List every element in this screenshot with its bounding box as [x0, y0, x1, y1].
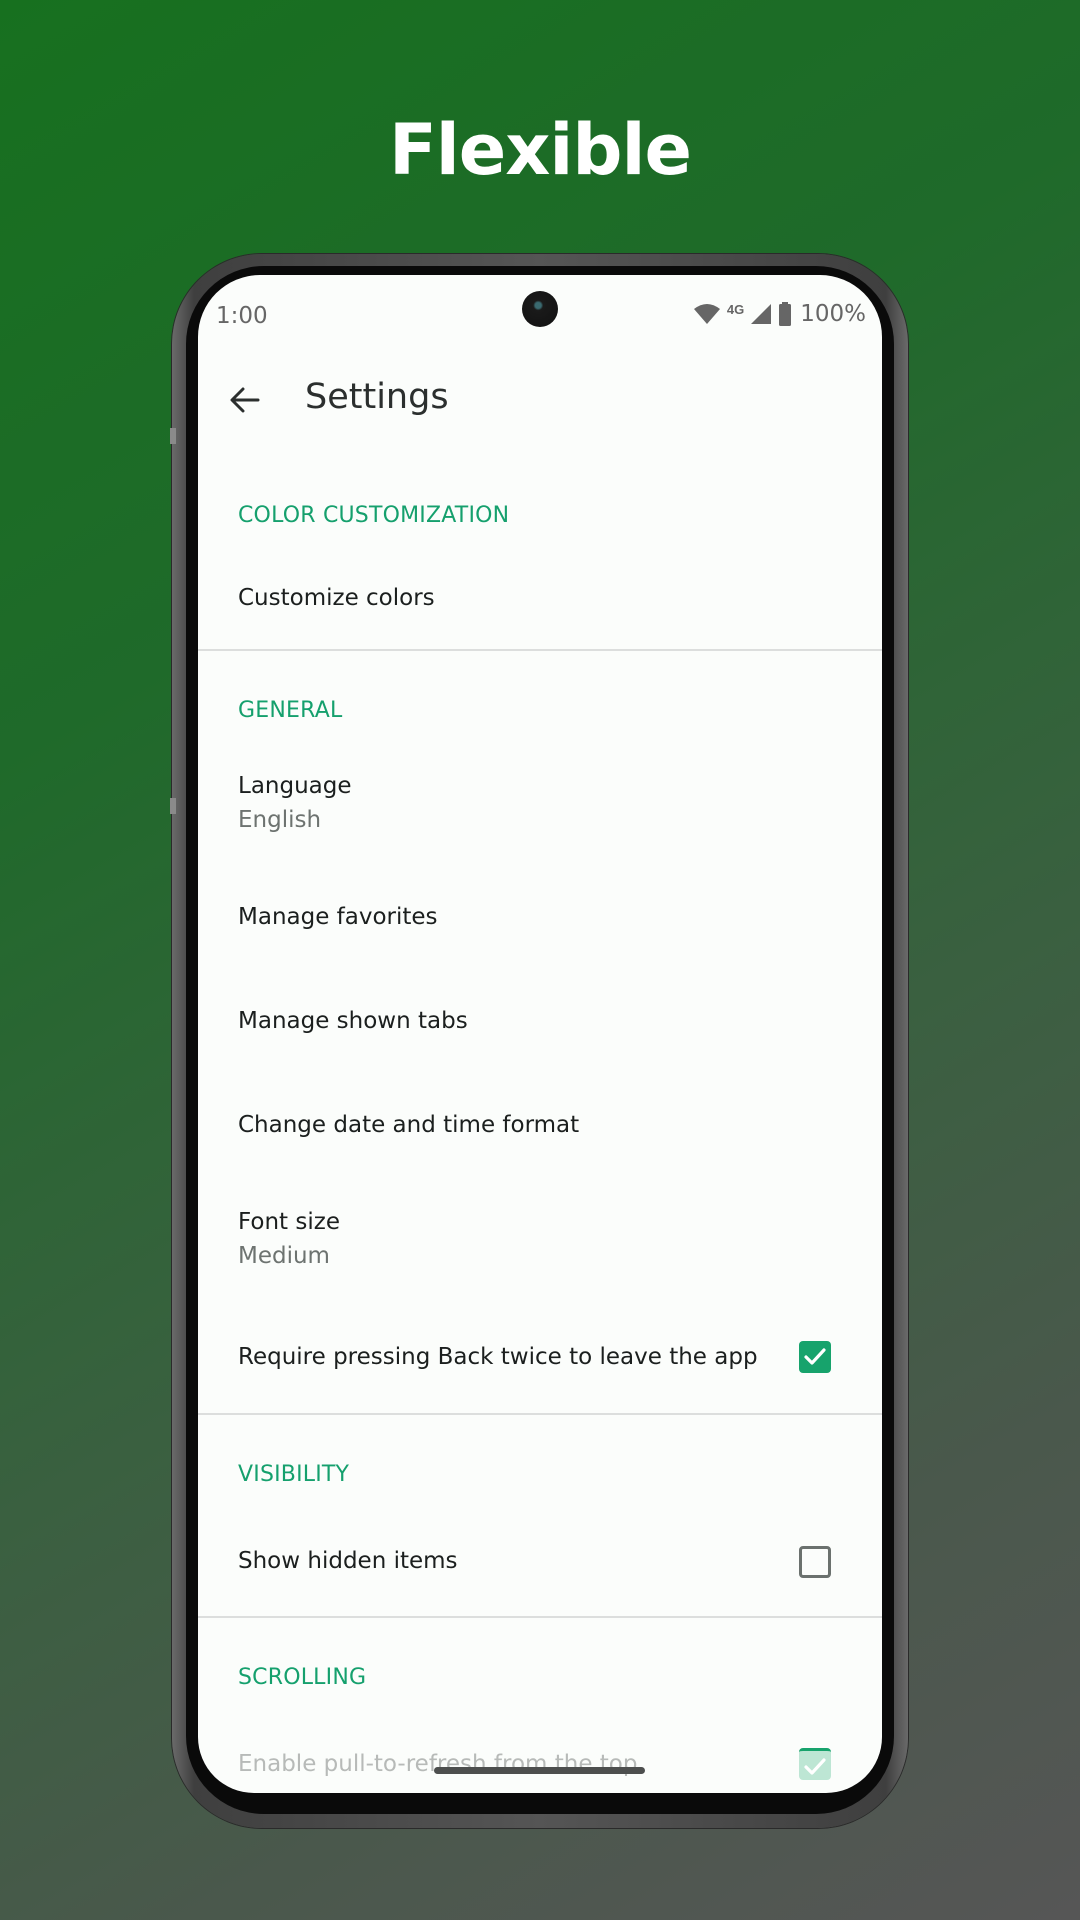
status-icons: 4G 100% — [693, 301, 866, 327]
divider — [198, 1616, 882, 1618]
checkmark-icon — [804, 1758, 826, 1775]
wifi-icon — [693, 304, 720, 324]
status-time: 1:00 — [216, 303, 268, 329]
app-bar: Settings — [198, 365, 882, 435]
side-button — [170, 428, 176, 444]
item-title: Manage shown tabs — [238, 1008, 468, 1034]
section-header-general: GENERAL — [238, 698, 343, 723]
item-title: Language — [238, 773, 352, 799]
divider — [198, 1413, 882, 1415]
item-title: Font size — [238, 1209, 340, 1235]
item-value: Medium — [238, 1243, 330, 1269]
item-title: Show hidden items — [238, 1548, 458, 1574]
divider — [198, 649, 882, 651]
home-indicator[interactable] — [434, 1767, 645, 1774]
section-header-color-customization: COLOR CUSTOMIZATION — [238, 503, 510, 528]
phone-screen: 1:00 4G 100% Settings COLOR CUSTOMIZATIO… — [198, 275, 882, 1793]
checkmark-icon — [804, 1348, 826, 1365]
battery-icon — [779, 302, 792, 326]
network-4g-icon: 4G — [726, 301, 745, 317]
page-title: Settings — [305, 377, 449, 417]
battery-percent: 100% — [800, 301, 866, 327]
section-header-visibility: VISIBILITY — [238, 1462, 350, 1487]
signal-icon — [751, 304, 772, 324]
back-twice-checkbox[interactable] — [799, 1341, 831, 1373]
side-button — [170, 798, 176, 814]
arrow-left-icon[interactable] — [228, 383, 262, 417]
show-hidden-checkbox[interactable] — [799, 1546, 831, 1578]
status-bar: 1:00 4G 100% — [198, 275, 882, 345]
pull-to-refresh-checkbox[interactable] — [799, 1748, 831, 1780]
promo-title: Flexible — [388, 109, 692, 191]
item-title: Customize colors — [238, 585, 435, 611]
item-title: Change date and time format — [238, 1112, 580, 1138]
section-header-scrolling: SCROLLING — [238, 1665, 367, 1690]
item-value: English — [238, 807, 322, 833]
camera-cutout — [522, 291, 558, 327]
item-title: Manage favorites — [238, 904, 438, 930]
item-title: Require pressing Back twice to leave the… — [238, 1344, 758, 1370]
